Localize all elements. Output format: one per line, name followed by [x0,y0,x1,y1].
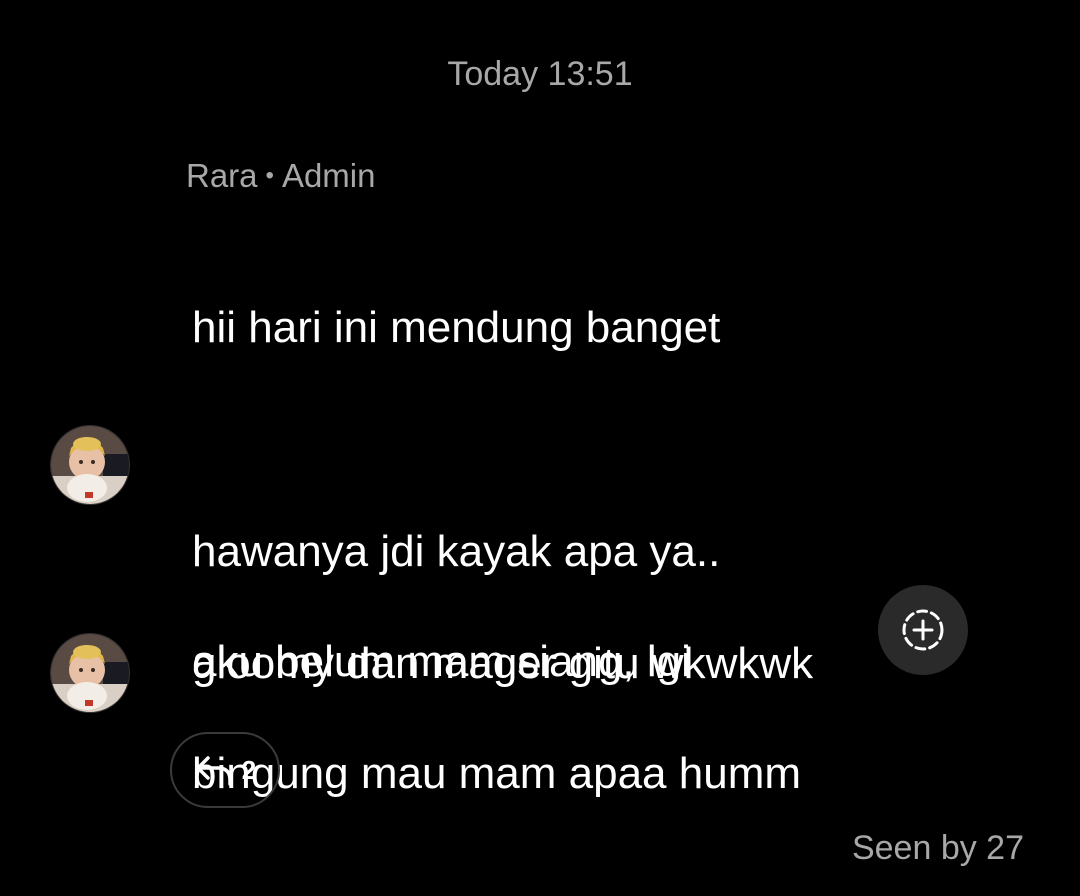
message-line: hii hari ini mendung banget [192,303,721,352]
sender-role: Admin [281,157,376,194]
sender-label[interactable]: Rara • Admin [186,154,375,198]
message-line [192,412,912,468]
reply-count: 2 [241,755,257,785]
add-reaction-button[interactable] [878,585,968,675]
message-bubble-2[interactable]: aku belum mam siang, lgi bingung mau mam… [192,578,872,858]
avatar[interactable] [51,634,129,712]
avatar-photo [51,426,129,504]
sender-separator: • [265,162,274,189]
replies-button[interactable]: 2 [170,732,280,808]
avatar[interactable] [51,426,129,504]
message-line: aku belum mam siang, lgi [192,637,691,686]
message-timestamp: Today 13:51 [447,55,633,93]
sender-name: Rara [186,157,258,194]
seen-status: Seen by 27 [851,829,1024,867]
message-line: bingung mau mam apaa humm [192,749,801,798]
reply-arrow-icon [196,756,232,786]
message-line: hawanya jdi kayak apa ya.. [192,527,721,576]
avatar-photo [51,634,129,712]
add-reaction-icon [902,609,944,651]
